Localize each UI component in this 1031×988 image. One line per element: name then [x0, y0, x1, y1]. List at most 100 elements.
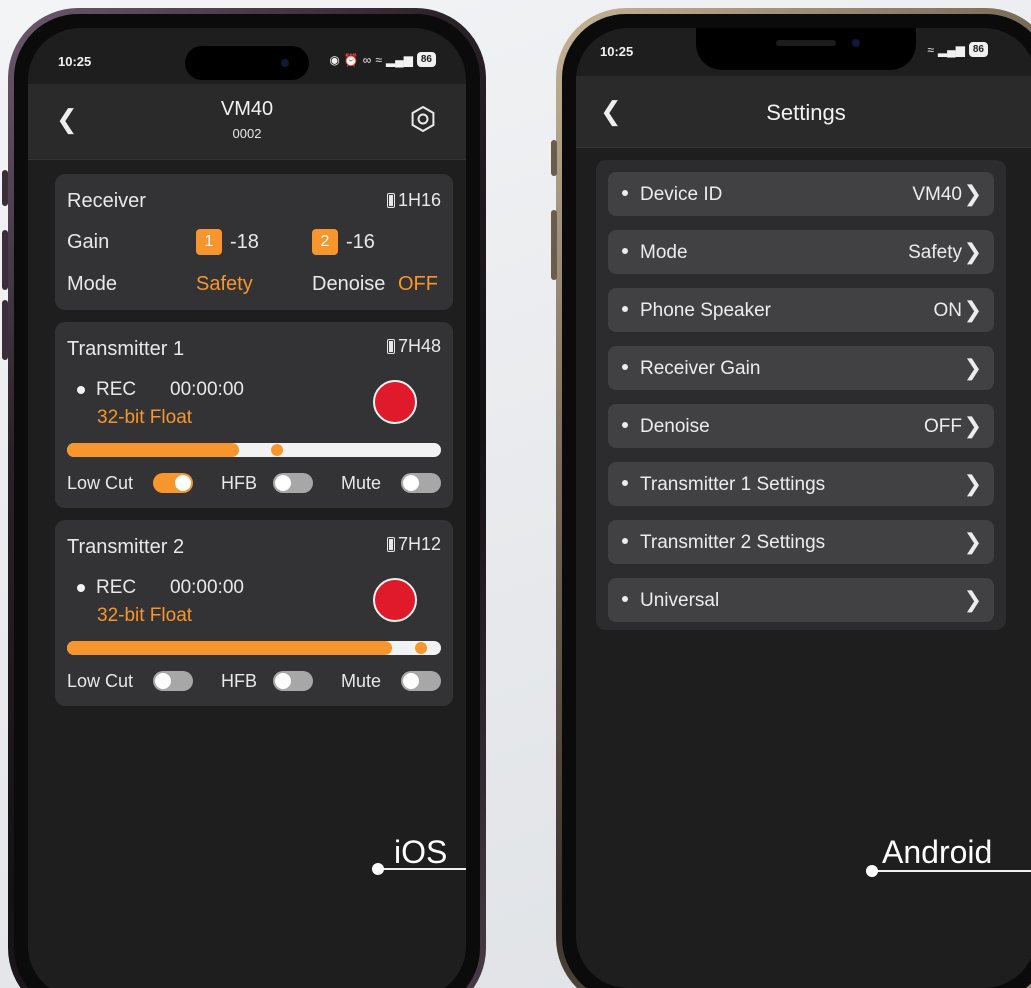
rec-indicator-dot — [77, 386, 85, 394]
ios-volume-up-button — [2, 230, 8, 290]
record-button[interactable] — [373, 578, 417, 622]
transmitter-1-level-slider[interactable] — [67, 443, 441, 457]
setting-name: Transmitter 1 Settings — [640, 474, 826, 495]
setting-transmitter-1[interactable]: Transmitter 1 Settings ❯ — [608, 462, 994, 506]
level-slider-knob[interactable] — [415, 642, 427, 654]
chevron-right-icon: ❯ — [963, 587, 982, 612]
wifi-icon: ≈ — [375, 52, 382, 67]
bullet-icon — [622, 480, 628, 486]
hfb-toggle[interactable] — [273, 671, 313, 691]
record-format: 32-bit Float — [97, 407, 193, 428]
receiver-battery-text: 1H16 — [397, 190, 441, 210]
hfb-toggle[interactable] — [273, 473, 313, 493]
status-time: 10:25 — [600, 44, 634, 59]
ios-nav-header: ❮ VM40 0002 — [28, 84, 466, 160]
receiver-card: Receiver 1H16 Gain 1 -18 2 -16 Mode Safe… — [55, 174, 453, 310]
mute-label: Mute — [341, 671, 382, 691]
setting-denoise[interactable]: Denoise OFF ❯ — [608, 404, 994, 448]
denoise-value[interactable]: OFF — [398, 273, 438, 296]
gain-channel-2-badge: 2 — [312, 229, 338, 255]
signal-icon: ▂▄▆ — [385, 52, 413, 67]
setting-value: Safety — [908, 242, 962, 263]
ios-side-button — [2, 170, 8, 206]
gain-channel-2-value[interactable]: -16 — [346, 231, 375, 254]
chevron-right-icon: ❯ — [963, 529, 982, 554]
wifi-icon: ≈ — [927, 42, 934, 57]
transmitter-2-level-slider[interactable] — [67, 641, 441, 655]
transmitter-1-battery: 7H48 — [386, 336, 441, 357]
setting-device-id[interactable]: Device ID VM40 ❯ — [608, 172, 994, 216]
setting-name: Device ID — [640, 184, 723, 205]
transmitter-1-title: Transmitter 1 — [67, 338, 185, 360]
rec-timer: 00:00:00 — [170, 379, 244, 400]
ios-bezel: 10:25 ◉ ⏰ ∞ ≈ ▂▄▆ 86 ❮ VM40 0002 Receive… — [14, 14, 480, 988]
bullet-icon — [622, 364, 628, 370]
gain-channel-1-badge: 1 — [196, 229, 222, 255]
mute-toggle[interactable] — [401, 473, 441, 493]
setting-value: ON — [933, 300, 963, 321]
mute-toggle[interactable] — [401, 671, 441, 691]
level-slider-knob[interactable] — [271, 444, 283, 456]
low-cut-toggle[interactable] — [153, 473, 193, 493]
bullet-icon — [622, 190, 628, 196]
eye-icon: ◉ — [329, 52, 340, 67]
android-label-dot — [866, 865, 878, 877]
dynamic-island — [185, 46, 309, 80]
low-cut-label: Low Cut — [67, 671, 134, 691]
setting-mode[interactable]: Mode Safety ❯ — [608, 230, 994, 274]
android-bezel: 10:25 ≈ ▂▄▆ 86 ❮ Settings Device ID VM40… — [562, 14, 1031, 988]
status-icons: ◉ ⏰ ∞ ≈ ▂▄▆ 86 — [329, 52, 436, 67]
chevron-right-icon: ❯ — [963, 471, 982, 496]
android-nav-header: ❮ Settings — [576, 76, 1031, 148]
hfb-label: HFB — [221, 473, 257, 493]
settings-title: Settings — [766, 100, 846, 125]
mode-label: Mode — [67, 273, 118, 295]
setting-phone-speaker[interactable]: Phone Speaker ON ❯ — [608, 288, 994, 332]
setting-name: Denoise — [640, 416, 710, 437]
low-cut-toggle[interactable] — [153, 671, 193, 691]
status-icons: ≈ ▂▄▆ 86 — [927, 42, 988, 57]
bullet-icon — [622, 596, 628, 602]
chevron-right-icon: ❯ — [963, 239, 982, 264]
chevron-right-icon: ❯ — [963, 355, 982, 380]
record-format: 32-bit Float — [97, 605, 193, 626]
gain-label: Gain — [67, 231, 110, 253]
setting-transmitter-2[interactable]: Transmitter 2 Settings ❯ — [608, 520, 994, 564]
transmitter-1-card: Transmitter 1 7H48 REC 00:00:00 32-bit F… — [55, 322, 453, 508]
battery-icon — [386, 339, 395, 354]
bluetooth-icon: ∞ — [362, 52, 372, 67]
hfb-label: HFB — [221, 671, 257, 691]
status-time: 10:25 — [58, 54, 92, 69]
bullet-icon — [622, 538, 628, 544]
record-button[interactable] — [373, 380, 417, 424]
status-battery: 86 — [968, 42, 988, 57]
ios-screen: 10:25 ◉ ⏰ ∞ ≈ ▂▄▆ 86 ❮ VM40 0002 Receive… — [28, 28, 466, 988]
level-fill — [67, 443, 240, 457]
low-cut-label: Low Cut — [67, 473, 134, 493]
receiver-title: Receiver — [67, 190, 146, 212]
bullet-icon — [622, 422, 628, 428]
bullet-icon — [622, 306, 628, 312]
gain-channel-1-value[interactable]: -18 — [230, 231, 259, 254]
denoise-label: Denoise — [312, 273, 386, 295]
settings-list: Device ID VM40 ❯ Mode Safety ❯ Phone Spe… — [596, 160, 1006, 630]
level-fill — [67, 641, 393, 655]
android-volume-button — [551, 210, 557, 280]
settings-gear-icon[interactable] — [410, 106, 436, 132]
chevron-right-icon: ❯ — [963, 181, 982, 206]
camera-icon — [281, 59, 289, 67]
setting-receiver-gain[interactable]: Receiver Gain ❯ — [608, 346, 994, 390]
rec-timer: 00:00:00 — [170, 577, 244, 598]
alarm-icon: ⏰ — [343, 52, 359, 67]
rec-label: REC — [96, 379, 137, 400]
mode-value[interactable]: Safety — [196, 273, 253, 296]
status-battery: 86 — [416, 52, 436, 67]
ios-volume-down-button — [2, 300, 8, 360]
signal-icon: ▂▄▆ — [937, 42, 965, 57]
rec-label: REC — [96, 577, 137, 598]
setting-value: VM40 — [912, 184, 962, 205]
android-platform-label: Android — [882, 834, 993, 870]
transmitter-2-battery-text: 7H12 — [397, 534, 441, 554]
setting-universal[interactable]: Universal ❯ — [608, 578, 994, 622]
chevron-right-icon: ❯ — [963, 413, 982, 438]
